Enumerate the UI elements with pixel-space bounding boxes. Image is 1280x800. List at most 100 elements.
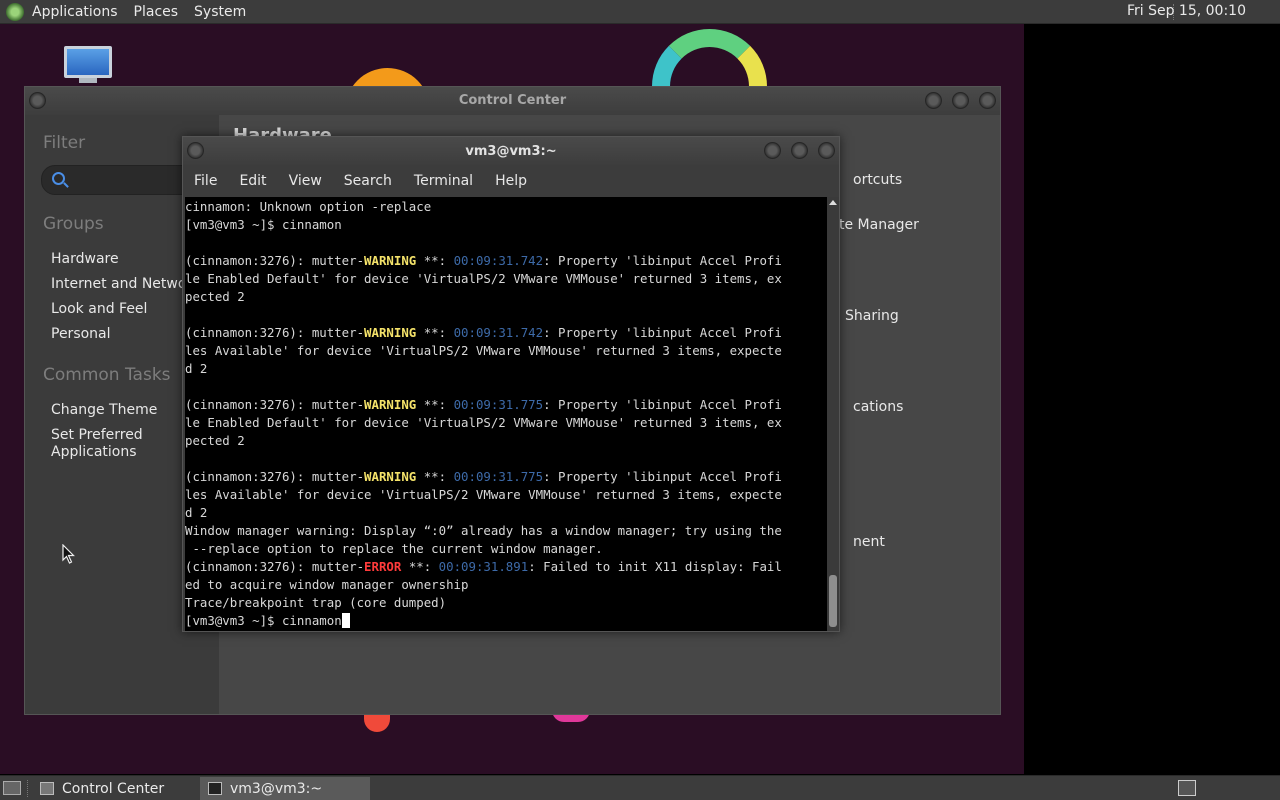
menu-edit[interactable]: Edit <box>239 173 266 189</box>
show-desktop-icon[interactable] <box>3 781 21 795</box>
terminal-text: **: <box>416 469 454 484</box>
terminal-text: : Property 'libinput Accel Profi <box>543 469 782 484</box>
item-remote-manager[interactable]: te Manager <box>839 217 919 233</box>
terminal-text: **: <box>416 253 454 268</box>
warning-label: WARNING <box>364 397 417 412</box>
task-label: vm3@vm3:~ <box>230 780 323 797</box>
terminal-scrollbar[interactable] <box>827 197 839 631</box>
minimize-button[interactable] <box>764 142 781 159</box>
terminal-prompt: [vm3@vm3 ~]$ cinnamon <box>185 613 342 628</box>
terminal-text: Trace/breakpoint trap (core dumped) <box>185 595 447 610</box>
terminal-text: pected 2 <box>185 433 245 448</box>
terminal-line: le Enabled Default' for device 'VirtualP… <box>185 414 827 432</box>
taskbar-terminal[interactable]: vm3@vm3:~ <box>200 777 370 800</box>
taskbar-control-center[interactable]: Control Center <box>32 777 202 800</box>
terminal-line: [vm3@vm3 ~]$ cinnamon <box>185 216 827 234</box>
terminal-text: (cinnamon:3276): mutter- <box>185 325 365 340</box>
close-button[interactable] <box>979 92 996 109</box>
item-applications[interactable]: cations <box>853 399 903 415</box>
terminal-text: [vm3@vm3 ~]$ cinnamon <box>185 217 342 232</box>
terminal-prompt-line[interactable]: [vm3@vm3 ~]$ cinnamon <box>185 612 827 630</box>
menu-places[interactable]: Places <box>134 4 179 20</box>
terminal-line: pected 2 <box>185 432 827 450</box>
terminal-text: le Enabled Default' for device 'VirtualP… <box>185 415 782 430</box>
menu-terminal[interactable]: Terminal <box>414 173 473 189</box>
terminal-line: (cinnamon:3276): mutter-WARNING **: 00:0… <box>185 324 827 342</box>
common-tasks-heading: Common Tasks <box>43 365 171 385</box>
window-title: Control Center <box>458 93 567 108</box>
text-cursor <box>341 613 350 628</box>
menu-view[interactable]: View <box>289 173 322 189</box>
window-menu-button[interactable] <box>29 92 46 109</box>
timestamp: 00:09:31.742 <box>453 253 544 268</box>
computer-desktop-icon[interactable] <box>62 46 114 86</box>
terminal-text: le Enabled Default' for device 'VirtualP… <box>185 271 782 286</box>
terminal-line: le Enabled Default' for device 'VirtualP… <box>185 270 827 288</box>
bottom-panel: Control Center vm3@vm3:~ <box>0 775 1280 800</box>
menu-applications[interactable]: Applications <box>32 4 118 20</box>
window-title: vm3@vm3:~ <box>465 144 557 159</box>
terminal-output[interactable]: cinnamon: Unknown option -replace [vm3@vm… <box>185 197 827 631</box>
terminal-line: d 2 <box>185 504 827 522</box>
task-label: Control Center <box>62 780 165 797</box>
window-menu-button[interactable] <box>187 142 204 159</box>
terminal-text: Window manager warning: Display “:0” alr… <box>185 523 782 538</box>
terminal-line: Trace/breakpoint trap (core dumped) <box>185 594 827 612</box>
control-center-titlebar[interactable]: Control Center <box>25 87 1000 115</box>
minimize-button[interactable] <box>925 92 942 109</box>
terminal-text: ed to acquire window manager ownership <box>185 577 469 592</box>
task-change-theme[interactable]: Change Theme <box>51 402 157 419</box>
terminal-text: (cinnamon:3276): mutter- <box>185 397 365 412</box>
maximize-button[interactable] <box>952 92 969 109</box>
terminal-text: cinnamon: Unknown option -replace <box>185 199 432 214</box>
terminal-text: : Property 'libinput Accel Profi <box>543 325 782 340</box>
terminal-text: (cinnamon:3276): mutter- <box>185 559 365 574</box>
item-keyboard-shortcuts[interactable]: ortcuts <box>853 172 902 188</box>
menu-file[interactable]: File <box>194 173 217 189</box>
mouse-pointer-icon <box>62 544 75 564</box>
menu-help[interactable]: Help <box>495 173 527 189</box>
timestamp: 00:09:31.891 <box>438 559 529 574</box>
distro-logo-icon[interactable] <box>6 2 24 21</box>
menu-system[interactable]: System <box>194 4 246 20</box>
top-panel: Applications Places System Fri Sep 15, 0… <box>0 0 1280 24</box>
group-personal[interactable]: Personal <box>51 326 111 343</box>
terminal-line: d 2 <box>185 360 827 378</box>
warning-label: WARNING <box>364 469 417 484</box>
menu-search[interactable]: Search <box>344 173 392 189</box>
group-look-and-feel[interactable]: Look and Feel <box>51 301 147 318</box>
terminal-text: (cinnamon:3276): mutter- <box>185 253 365 268</box>
terminal-text: : Property 'libinput Accel Profi <box>543 253 782 268</box>
terminal-icon <box>208 782 222 795</box>
maximize-button[interactable] <box>791 142 808 159</box>
terminal-line: --replace option to replace the current … <box>185 540 827 558</box>
group-internet-network[interactable]: Internet and Network <box>51 276 200 293</box>
close-button[interactable] <box>818 142 835 159</box>
terminal-line: les Available' for device 'VirtualPS/2 V… <box>185 342 827 360</box>
groups-heading: Groups <box>43 214 104 234</box>
workspace-switcher-icon[interactable] <box>1178 780 1196 796</box>
item-sharing[interactable]: Sharing <box>845 308 899 324</box>
terminal-line: les Available' for device 'VirtualPS/2 V… <box>185 486 827 504</box>
scroll-up-icon[interactable] <box>829 200 837 205</box>
terminal-text: : Property 'libinput Accel Profi <box>543 397 782 412</box>
terminal-text: les Available' for device 'VirtualPS/2 V… <box>185 343 782 358</box>
terminal-line: ed to acquire window manager ownership <box>185 576 827 594</box>
terminal-line: (cinnamon:3276): mutter-WARNING **: 00:0… <box>185 468 827 486</box>
clock[interactable]: Fri Sep 15, 00:10 <box>1127 3 1246 19</box>
warning-label: WARNING <box>364 325 417 340</box>
task-set-preferred-applications[interactable]: Set Preferred Applications <box>51 427 181 461</box>
terminal-menubar: File Edit View Search Terminal Help <box>183 165 839 197</box>
search-icon <box>52 172 65 185</box>
group-hardware[interactable]: Hardware <box>51 251 119 268</box>
terminal-text: (cinnamon:3276): mutter- <box>185 469 365 484</box>
item-management[interactable]: nent <box>853 534 885 550</box>
error-label: ERROR <box>364 559 402 574</box>
terminal-titlebar[interactable]: vm3@vm3:~ <box>183 137 839 165</box>
warning-label: WARNING <box>364 253 417 268</box>
terminal-text: --replace option to replace the current … <box>185 541 603 556</box>
terminal-line: pected 2 <box>185 288 827 306</box>
scrollbar-thumb[interactable] <box>829 575 837 627</box>
